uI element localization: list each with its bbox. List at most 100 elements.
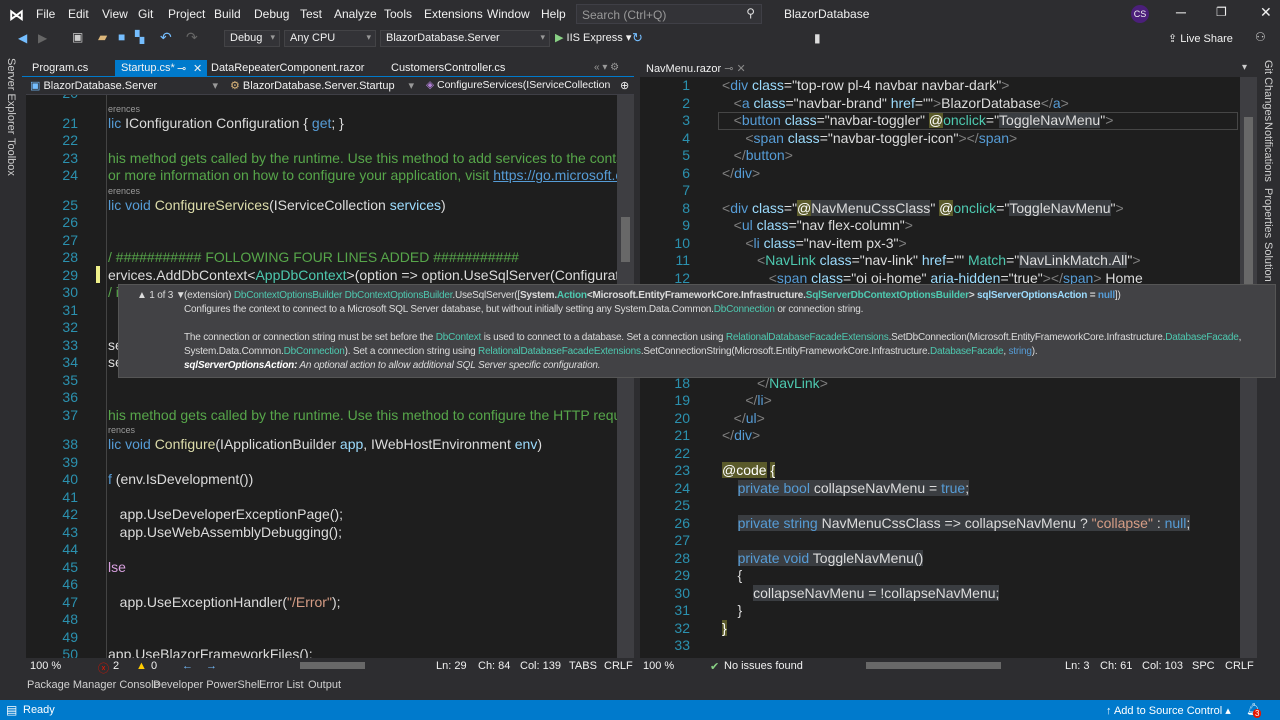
restore-button[interactable]: ❐ xyxy=(1216,5,1227,19)
tab-overflow-icon[interactable]: « ▾ ⚙ xyxy=(594,62,619,73)
bookmark-icon[interactable]: ▮ xyxy=(814,31,821,45)
notifications-bell-icon[interactable]: 🔔︎3 xyxy=(1246,702,1262,718)
tab-customerscontroller-cs[interactable]: CustomersController.cs xyxy=(385,60,511,77)
menu-debug[interactable]: Debug xyxy=(254,7,289,21)
tab-navmenu-razor[interactable]: NavMenu.razor ⊸ ✕ xyxy=(640,60,752,77)
close-tab-icon[interactable]: ✕ xyxy=(193,62,202,75)
eol-indicator[interactable]: CRLF xyxy=(604,660,633,672)
feedback-icon[interactable]: ⚇ xyxy=(1255,30,1266,44)
code-token: ="navbar-brand" xyxy=(785,94,891,111)
pin-icon[interactable]: ⊸ ✕ xyxy=(721,63,746,75)
minimize-button[interactable]: ─ xyxy=(1176,4,1186,20)
menu-edit[interactable]: Edit xyxy=(68,7,89,21)
indent-indicator[interactable]: TABS xyxy=(569,660,597,672)
code-token: > xyxy=(932,94,942,111)
menu-file[interactable]: File xyxy=(36,7,55,21)
split-icon[interactable]: ⊕ xyxy=(616,78,633,94)
menu-window[interactable]: Window xyxy=(487,7,530,21)
menu-extensions[interactable]: Extensions xyxy=(424,7,483,21)
code-token: ; } xyxy=(331,114,344,131)
menu-project[interactable]: Project xyxy=(168,7,205,21)
line-number: 20 xyxy=(26,95,78,103)
nav-forward-icon[interactable]: → xyxy=(206,660,217,672)
tab-startup-cs[interactable]: Startup.cs* ⊸ ✕ xyxy=(115,60,207,77)
horizontal-scrollbar[interactable] xyxy=(866,662,1001,669)
startup-project-dropdown[interactable]: BlazorDatabase.Server xyxy=(380,30,550,47)
horizontal-scrollbar[interactable] xyxy=(300,662,365,669)
toolbox-tab[interactable]: Toolbox xyxy=(5,138,17,176)
col-indicator: Col: 139 xyxy=(520,660,561,672)
code-token: his method gets called by the runtime. U… xyxy=(108,406,634,423)
save-icon[interactable]: ■ xyxy=(118,30,125,44)
project-dropdown[interactable]: ▣ BlazorDatabase.Server ▾ xyxy=(26,78,222,94)
tab-program-cs[interactable]: Program.cs xyxy=(26,60,94,77)
line-number: 38 xyxy=(62,436,78,452)
line-number: 1 xyxy=(682,77,690,93)
configuration-dropdown[interactable]: Debug xyxy=(224,30,280,47)
error-icon[interactable]: ⓧ xyxy=(98,660,109,676)
zoom-dropdown[interactable]: 100 % xyxy=(30,660,61,672)
properties-tab[interactable]: Properties xyxy=(1262,188,1274,238)
code-token: .SetConnectionString(Microsoft.EntityFra… xyxy=(640,346,930,357)
tab-developer-powershell[interactable]: Developer PowerShell xyxy=(153,679,262,691)
add-to-source-control-button[interactable]: ↑ Add to Source Control ▴ xyxy=(1106,704,1231,717)
run-button[interactable]: ▶ IIS Express ▾ xyxy=(555,31,631,44)
close-button[interactable]: ✕ xyxy=(1260,4,1272,21)
search-input[interactable]: Search (Ctrl+Q) ⚲ xyxy=(576,4,762,24)
code-token: class xyxy=(787,129,820,146)
menu-build[interactable]: Build xyxy=(214,7,241,21)
down-arrow-icon[interactable]: ▼ xyxy=(173,290,186,301)
overload-navigator[interactable]: ▲ 1 of 3 ▼ xyxy=(137,289,186,303)
issues-status[interactable]: No issues found xyxy=(724,660,803,672)
codelens-references[interactable]: erences xyxy=(108,185,634,197)
tab-error-list[interactable]: Error List xyxy=(259,679,304,691)
git-changes-tab[interactable]: Git Changes xyxy=(1262,60,1274,121)
class-dropdown[interactable]: ⚙ BlazorDatabase.Server.Startup ▾ xyxy=(226,78,418,94)
indent-indicator[interactable]: SPC xyxy=(1192,660,1215,672)
pin-icon[interactable]: ⊸ xyxy=(177,62,186,75)
line-number: 47 xyxy=(62,593,78,610)
platform-dropdown[interactable]: Any CPU xyxy=(284,30,376,47)
notifications-tab[interactable]: Notifications xyxy=(1262,122,1274,182)
code-token: .SetDbConnection(Microsoft.EntityFramewo… xyxy=(888,332,1166,343)
codelens-references[interactable]: erences xyxy=(108,103,634,115)
live-share-button[interactable]: ⇪ Live Share xyxy=(1168,32,1233,45)
menu-git[interactable]: Git xyxy=(138,7,153,21)
scrollbar-thumb[interactable] xyxy=(621,217,630,262)
menu-view[interactable]: View xyxy=(102,7,128,21)
nav-back-icon[interactable]: ← xyxy=(182,660,193,672)
refresh-icon[interactable]: ↻ xyxy=(632,30,643,46)
server-explorer-tab[interactable]: Server Explorer xyxy=(5,58,17,134)
code-token: lic void xyxy=(108,196,155,213)
codelens-references[interactable]: rences xyxy=(108,424,634,436)
member-dropdown[interactable]: ◈ ConfigureServices(IServiceCollection xyxy=(422,78,610,94)
up-arrow-icon[interactable]: ▲ xyxy=(137,290,149,301)
undo-icon[interactable]: ↶ xyxy=(160,29,172,46)
tab-datarepeater-razor[interactable]: DataRepeaterComponent.razor xyxy=(205,60,370,77)
menu-analyze[interactable]: Analyze xyxy=(334,7,377,21)
open-folder-icon[interactable]: ▰ xyxy=(98,30,107,44)
eol-indicator[interactable]: CRLF xyxy=(1225,660,1254,672)
menu-test[interactable]: Test xyxy=(300,7,322,21)
line-number: 45 xyxy=(62,558,78,575)
zoom-dropdown[interactable]: 100 % xyxy=(643,660,674,672)
redo-icon[interactable]: ↷ xyxy=(186,29,198,46)
tab-package-manager-console[interactable]: Package Manager Console xyxy=(27,679,160,691)
save-all-icon[interactable]: ▚ xyxy=(135,30,144,44)
code-token: ="" xyxy=(945,252,968,268)
avatar[interactable]: CS xyxy=(1131,5,1149,23)
warning-icon[interactable]: ▲ xyxy=(136,660,147,672)
code-token: href xyxy=(890,94,915,111)
menu-help[interactable]: Help xyxy=(541,7,566,21)
menu-tools[interactable]: Tools xyxy=(384,7,412,21)
forward-icon[interactable]: ▶ xyxy=(38,31,47,45)
tab-dropdown-icon[interactable]: ▾ xyxy=(1242,62,1247,73)
tab-label: NavMenu.razor xyxy=(646,63,722,75)
code-token: NavMenuCssClass => collapseNavMenu ? xyxy=(821,514,1092,531)
new-project-icon[interactable]: ▣ xyxy=(72,30,83,44)
tab-output[interactable]: Output xyxy=(308,679,341,691)
back-icon[interactable]: ◀ xyxy=(18,31,27,45)
